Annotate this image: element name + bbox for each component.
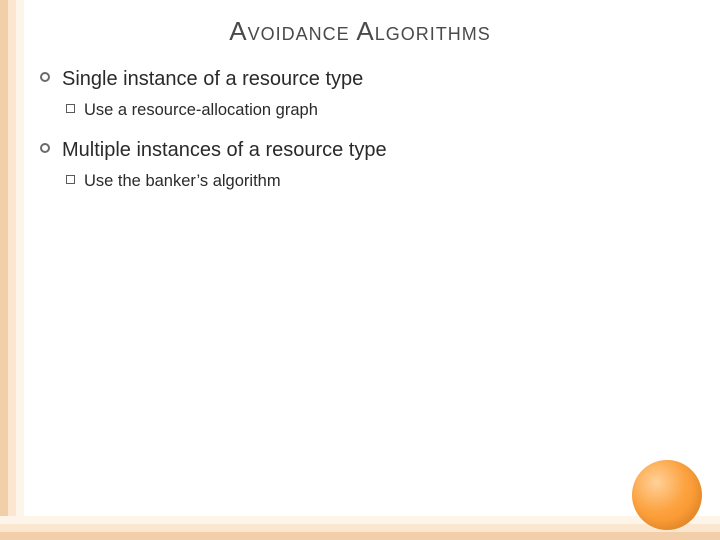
ring-bullet-icon: [40, 143, 50, 153]
bottom-accent-rail: [0, 516, 720, 540]
square-bullet-icon: [66, 175, 75, 184]
accent-band-dark: [0, 0, 8, 540]
sub-list-item-text: Use the banker’s algorithm: [84, 170, 281, 192]
left-accent-rail: [0, 0, 24, 540]
accent-band-mid: [0, 524, 720, 532]
accent-band-dark: [0, 532, 720, 540]
sub-list-item-text: Use a resource-allocation graph: [84, 99, 318, 121]
list-item-text: Single instance of a resource type: [62, 66, 363, 93]
sub-list-item: Use a resource-allocation graph: [66, 99, 690, 121]
accent-band-light: [0, 516, 720, 524]
ring-bullet-icon: [40, 72, 50, 82]
decorative-circle: [632, 460, 702, 530]
sub-list-item: Use the banker’s algorithm: [66, 170, 690, 192]
slide-body: Single instance of a resource type Use a…: [40, 66, 690, 209]
square-bullet-icon: [66, 104, 75, 113]
list-item: Single instance of a resource type: [40, 66, 690, 93]
list-item: Multiple instances of a resource type: [40, 137, 690, 164]
slide-title: Avoidance Algorithms: [0, 16, 720, 47]
accent-band-mid: [8, 0, 16, 540]
accent-band-light: [16, 0, 24, 540]
list-item-text: Multiple instances of a resource type: [62, 137, 387, 164]
